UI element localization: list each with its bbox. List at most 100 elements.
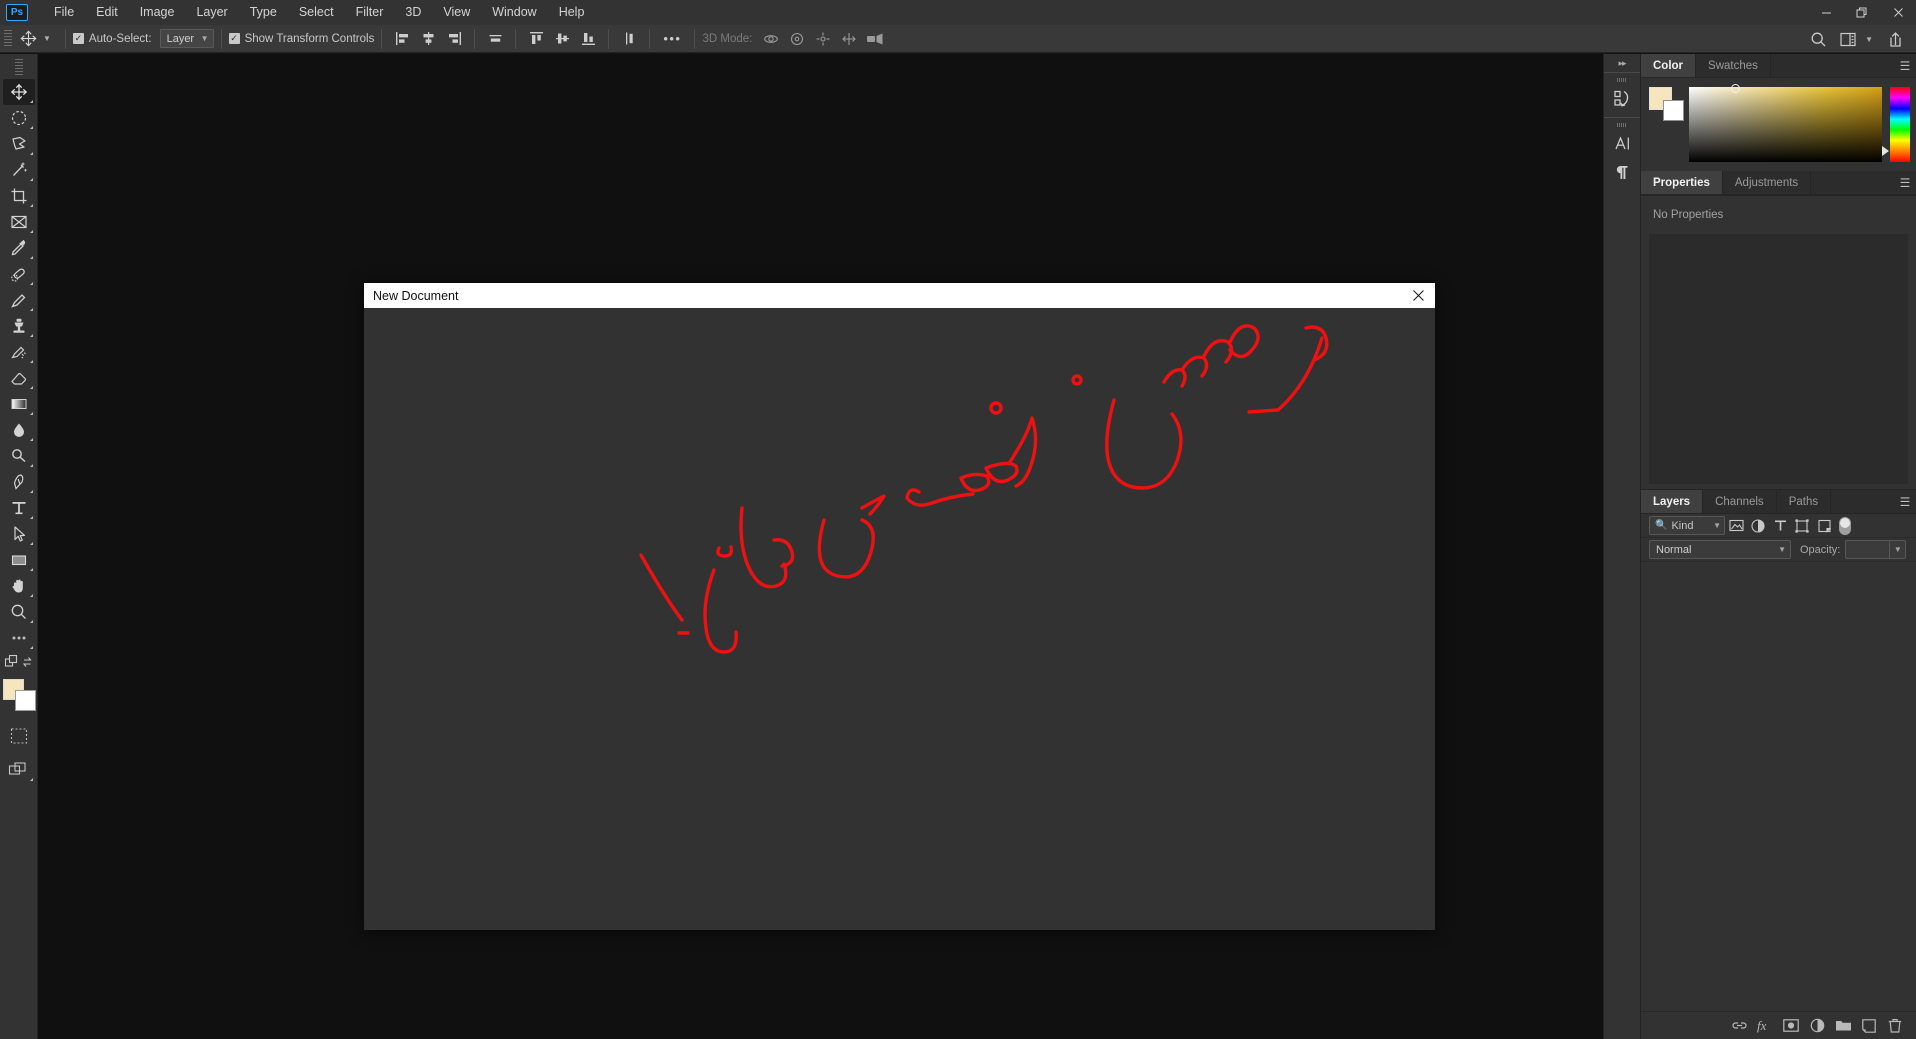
pan-3d-icon[interactable] xyxy=(812,28,834,50)
align-bottom-edges-icon[interactable] xyxy=(577,28,599,50)
hue-slider[interactable] xyxy=(1882,87,1910,162)
close-button[interactable] xyxy=(1880,0,1916,25)
character-panel-icon[interactable] xyxy=(1607,129,1637,157)
color-panel-menu-icon[interactable]: ☰ xyxy=(1894,54,1916,77)
blur-tool[interactable] xyxy=(3,417,35,443)
move-tool[interactable] xyxy=(2,79,35,105)
crop-tool[interactable] xyxy=(3,183,35,209)
orbit-3d-icon[interactable] xyxy=(760,28,782,50)
more-options-button[interactable]: ••• xyxy=(657,31,687,46)
dodge-tool[interactable] xyxy=(3,443,35,469)
eyedropper-tool[interactable] xyxy=(3,235,35,261)
show-transform-controls-checkbox[interactable]: ✓ xyxy=(228,33,240,44)
tab-adjustments[interactable]: Adjustments xyxy=(1722,171,1812,194)
link-layers-icon[interactable] xyxy=(1726,1013,1752,1039)
tab-color[interactable]: Color xyxy=(1641,54,1697,77)
menu-item-image[interactable]: Image xyxy=(129,0,186,25)
align-top-edges-icon[interactable] xyxy=(525,28,547,50)
blend-mode-dropdown[interactable]: Normal ▼ xyxy=(1649,540,1791,559)
close-icon[interactable] xyxy=(1401,283,1435,308)
menu-item-help[interactable]: Help xyxy=(548,0,596,25)
menu-item-layer[interactable]: Layer xyxy=(185,0,238,25)
tab-layers[interactable]: Layers xyxy=(1641,490,1704,513)
edit-toolbar-more-button[interactable] xyxy=(3,625,35,651)
brush-tool[interactable] xyxy=(3,287,35,313)
hand-tool[interactable] xyxy=(3,573,35,599)
expand-panels-icon[interactable]: ▸▸ xyxy=(1604,54,1640,72)
align-right-edges-icon[interactable] xyxy=(443,28,465,50)
menu-item-filter[interactable]: Filter xyxy=(345,0,395,25)
tab-channels[interactable]: Channels xyxy=(1703,490,1777,513)
path-selection-tool[interactable] xyxy=(3,521,35,547)
opacity-input[interactable] xyxy=(1845,540,1890,559)
color-picker-field[interactable] xyxy=(1689,84,1882,162)
lasso-tool[interactable] xyxy=(3,131,35,157)
new-layer-icon[interactable] xyxy=(1856,1013,1882,1039)
menu-item-type[interactable]: Type xyxy=(239,0,288,25)
menu-item-edit[interactable]: Edit xyxy=(85,0,129,25)
eraser-tool[interactable] xyxy=(3,365,35,391)
roll-3d-icon[interactable] xyxy=(786,28,808,50)
layer-list[interactable] xyxy=(1641,562,1916,1011)
foreground-background-swatches[interactable] xyxy=(2,679,36,711)
new-document-canvas[interactable] xyxy=(364,308,1435,930)
quick-mask-mode-button[interactable] xyxy=(3,723,35,749)
new-adjustment-layer-icon[interactable] xyxy=(1804,1013,1830,1039)
workspace-icon[interactable] xyxy=(1833,28,1863,50)
restore-button[interactable] xyxy=(1844,0,1880,25)
hue-slider-marker[interactable] xyxy=(1882,146,1889,156)
slide-3d-icon[interactable] xyxy=(838,28,860,50)
filter-type-icon[interactable] xyxy=(1769,516,1791,536)
toolbar-grip[interactable] xyxy=(14,59,23,75)
options-bar-grip[interactable] xyxy=(4,29,12,48)
delete-layer-icon[interactable] xyxy=(1882,1013,1908,1039)
rectangle-tool[interactable] xyxy=(3,547,35,573)
history-panel-icon[interactable] xyxy=(1607,84,1637,112)
tab-swatches[interactable]: Swatches xyxy=(1696,54,1771,77)
new-group-icon[interactable] xyxy=(1830,1013,1856,1039)
menu-item-select[interactable]: Select xyxy=(288,0,345,25)
tool-preset-chevron-down-icon[interactable]: ▼ xyxy=(41,34,58,43)
auto-select-checkbox[interactable]: ✓ xyxy=(72,33,84,44)
filter-shape-icon[interactable] xyxy=(1791,516,1813,536)
filter-smart-object-icon[interactable] xyxy=(1813,516,1835,536)
type-tool[interactable] xyxy=(3,495,35,521)
search-icon[interactable] xyxy=(1803,28,1833,50)
clone-stamp-tool[interactable] xyxy=(3,313,35,339)
layers-panel-menu-icon[interactable]: ☰ xyxy=(1894,490,1916,513)
move-tool-icon[interactable] xyxy=(15,28,41,50)
menu-item-3d[interactable]: 3D xyxy=(394,0,432,25)
workspace-chevron-down-icon[interactable]: ▼ xyxy=(1863,35,1880,44)
layer-style-fx-icon[interactable]: fx xyxy=(1752,1013,1778,1039)
add-layer-mask-icon[interactable] xyxy=(1778,1013,1804,1039)
align-horizontal-centers-icon[interactable] xyxy=(417,28,439,50)
magic-wand-tool[interactable] xyxy=(3,157,35,183)
screen-mode-button[interactable] xyxy=(3,757,35,783)
color-panel-swatches[interactable] xyxy=(1649,87,1684,121)
healing-brush-tool[interactable] xyxy=(3,261,35,287)
filter-adjustment-icon[interactable] xyxy=(1747,516,1769,536)
background-color-swatch[interactable] xyxy=(14,690,36,711)
auto-select-target-dropdown[interactable]: Layer ▼ xyxy=(159,29,214,48)
rail-grip-2[interactable] xyxy=(1617,123,1627,127)
zoom-tool[interactable] xyxy=(3,599,35,625)
color-background-swatch[interactable] xyxy=(1663,100,1684,121)
menu-item-file[interactable]: File xyxy=(43,0,85,25)
distribute-vertically-icon[interactable] xyxy=(618,28,640,50)
tab-properties[interactable]: Properties xyxy=(1641,171,1723,194)
filter-pixel-icon[interactable] xyxy=(1725,516,1747,536)
color-picker-marker[interactable] xyxy=(1731,84,1741,93)
scale-3d-icon[interactable] xyxy=(864,28,886,50)
distribute-horizontally-icon[interactable] xyxy=(484,28,506,50)
properties-panel-menu-icon[interactable]: ☰ xyxy=(1894,171,1916,194)
share-icon[interactable] xyxy=(1880,28,1910,50)
align-vertical-centers-icon[interactable] xyxy=(551,28,573,50)
marquee-tool[interactable] xyxy=(3,105,35,131)
document-workspace[interactable]: New Document xyxy=(38,54,1603,1039)
gradient-tool[interactable] xyxy=(3,391,35,417)
frame-tool[interactable] xyxy=(3,209,35,235)
minimize-button[interactable] xyxy=(1808,0,1844,25)
menu-item-window[interactable]: Window xyxy=(481,0,547,25)
tab-paths[interactable]: Paths xyxy=(1776,490,1832,513)
layer-filter-kind-dropdown[interactable]: 🔍 Kind ▼ xyxy=(1649,516,1725,535)
